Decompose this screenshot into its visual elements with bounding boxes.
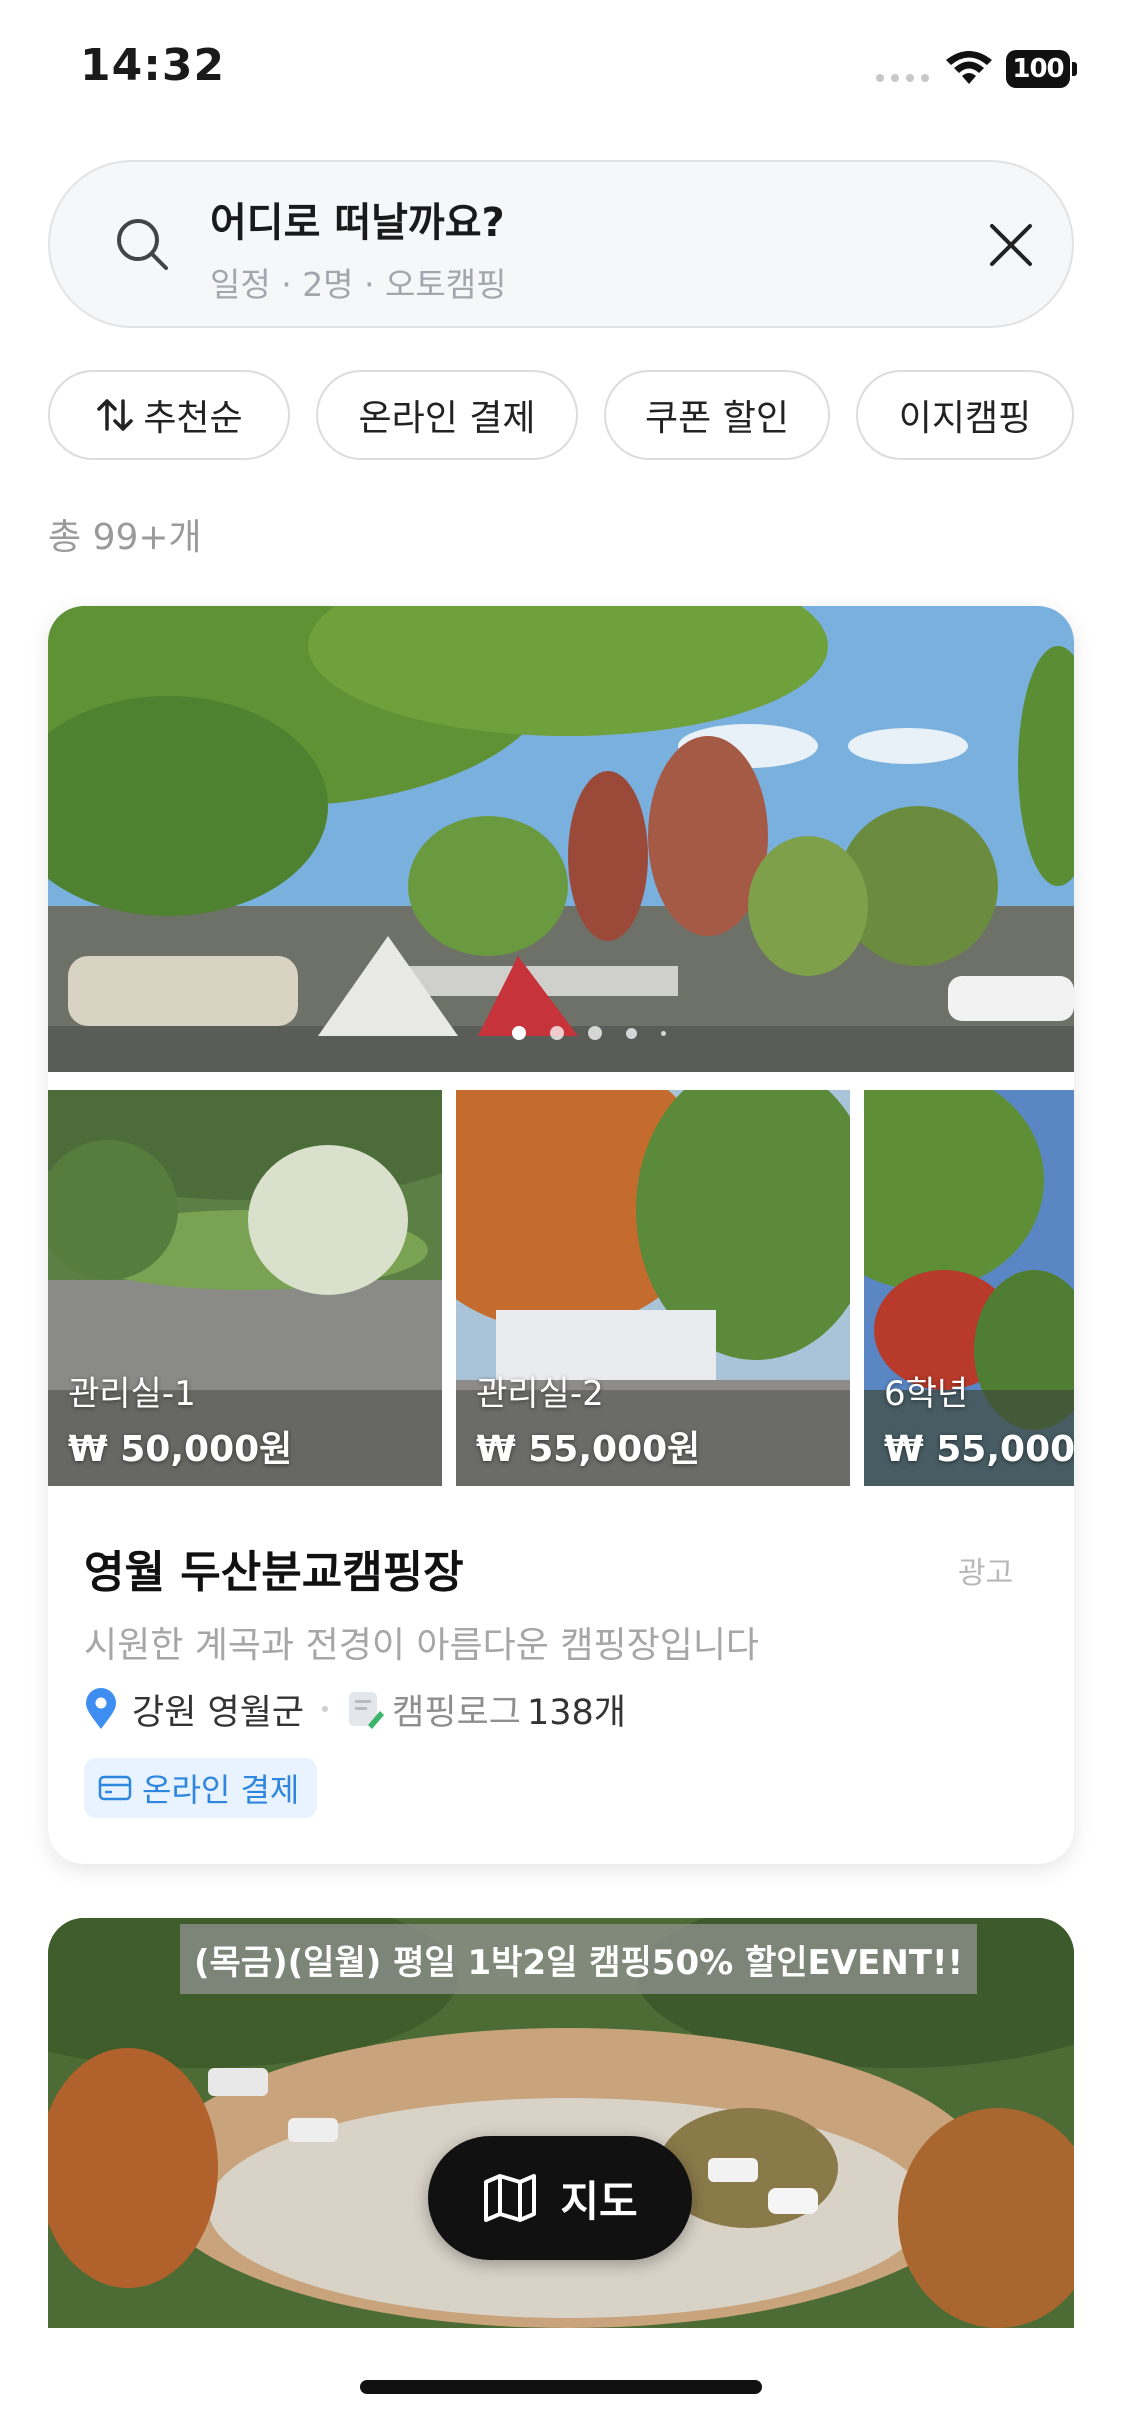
camping-log-label: 캠핑로그 xyxy=(392,1692,521,1733)
map-icon xyxy=(484,2174,537,2222)
site-tile[interactable]: 관리실-1 ₩ 50,000원 xyxy=(48,1090,442,1486)
map-button[interactable]: 지도 xyxy=(428,2136,692,2260)
cellular-signal-icon xyxy=(876,74,929,82)
credit-card-icon xyxy=(98,1775,132,1801)
carousel-indicator xyxy=(512,1026,666,1040)
chip-coupon[interactable]: 쿠폰 할인 xyxy=(604,370,830,460)
chip-easy-camping[interactable]: 이지캠핑 xyxy=(856,370,1074,460)
campsite-info: 강원 영월군 캠핑로그 138개 xyxy=(84,1684,626,1734)
site-price: ₩ 55,000원 xyxy=(476,1429,701,1470)
campsite-title: 영월 두산분교캠핑장 xyxy=(84,1547,464,1598)
search-subtitle: 일정 · 2명 · 오토캠핑 xyxy=(210,265,507,304)
wifi-icon xyxy=(946,51,992,84)
online-payment-label: 온라인 결제 xyxy=(142,1771,300,1809)
hero-photo[interactable] xyxy=(48,606,1074,1072)
home-indicator[interactable] xyxy=(360,2380,762,2394)
site-tile[interactable]: 6학년 ₩ 55,000원 xyxy=(864,1090,1074,1486)
location-pin-icon xyxy=(86,1688,116,1729)
site-tile[interactable]: 관리실-2 ₩ 55,000원 xyxy=(456,1090,850,1486)
chip-sort[interactable]: 추천순 xyxy=(48,370,290,460)
result-count: 총 99+개 xyxy=(48,517,202,558)
campsite-card[interactable]: 관리실-1 ₩ 50,000원 관리실-2 ₩ 55,000원 6학년 ₩ 55… xyxy=(48,606,1074,1864)
camping-log-count: 138개 xyxy=(526,1692,626,1733)
search-title: 어디로 떠날까요? xyxy=(210,200,505,246)
battery-icon: 100 xyxy=(1006,50,1077,88)
chip-easy-camping-label: 이지캠핑 xyxy=(898,398,1032,439)
site-name: 관리실-2 xyxy=(476,1374,604,1414)
chip-online-payment-label: 온라인 결제 xyxy=(358,398,536,439)
camping-log-icon xyxy=(349,1692,385,1729)
filter-chips: 추천순 온라인 결제 쿠폰 할인 이지캠핑 xyxy=(48,370,1125,462)
location-text: 강원 영월군 xyxy=(132,1692,305,1733)
search-bar[interactable]: 어디로 떠날까요? 일정 · 2명 · 오토캠핑 xyxy=(48,160,1074,328)
status-bar: 14:32 100 xyxy=(0,0,1125,140)
campsite-card[interactable]: (목금)(일월) 평일 1박2일 캠핑50% 할인EVENT!! xyxy=(48,1918,1074,2328)
site-name: 6학년 xyxy=(884,1374,969,1414)
search-icon xyxy=(117,219,168,270)
site-price: ₩ 50,000원 xyxy=(68,1429,293,1470)
map-button-label: 지도 xyxy=(560,2176,638,2226)
site-carousel[interactable]: 관리실-1 ₩ 50,000원 관리실-2 ₩ 55,000원 6학년 ₩ 55… xyxy=(48,1090,1074,1486)
site-price: ₩ 55,000원 xyxy=(884,1429,1074,1470)
close-icon[interactable] xyxy=(978,212,1044,278)
status-time: 14:32 xyxy=(80,40,226,91)
site-name: 관리실-1 xyxy=(68,1374,196,1414)
bottom-safe-area xyxy=(0,2328,1125,2436)
battery-level: 100 xyxy=(1006,50,1070,88)
campsite-description: 시원한 계곡과 전경이 아름다운 캠핑장입니다 xyxy=(84,1625,760,1666)
event-banner: (목금)(일월) 평일 1박2일 캠핑50% 할인EVENT!! xyxy=(180,1924,977,1994)
chip-coupon-label: 쿠폰 할인 xyxy=(645,398,789,439)
chip-online-payment[interactable]: 온라인 결제 xyxy=(316,370,578,460)
ad-badge: 광고 xyxy=(958,1556,1014,1591)
chip-sort-label: 추천순 xyxy=(143,398,243,439)
online-payment-badge: 온라인 결제 xyxy=(84,1758,318,1818)
sort-icon xyxy=(97,399,134,431)
